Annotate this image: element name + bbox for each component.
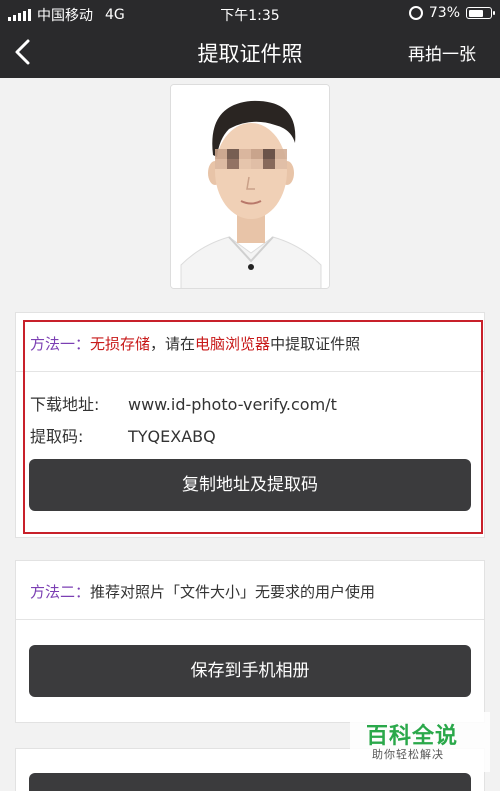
divider bbox=[16, 371, 484, 372]
id-photo bbox=[170, 84, 330, 289]
retake-button[interactable]: 再拍一张 bbox=[408, 40, 476, 65]
extraction-code-label: 提取码: bbox=[30, 427, 84, 446]
method-one-card: 方法一：无损存储，请在电脑浏览器中提取证件照 下载地址: www.id-photo… bbox=[15, 312, 485, 538]
extraction-code-value: TYQEXABQ bbox=[128, 427, 216, 446]
copy-address-button[interactable]: 复制地址及提取码 bbox=[29, 459, 471, 511]
method-one-label: 方法一： bbox=[30, 335, 91, 353]
battery-percent: 73% bbox=[428, 5, 460, 21]
download-address-label: 下载地址: bbox=[30, 395, 100, 414]
method-two-card: 方法二：推荐对照片「文件大小」无要求的用户使用 保存到手机相册 bbox=[15, 560, 485, 723]
watermark-tagline: 助你轻松解决 bbox=[372, 748, 444, 761]
browser-highlight: 电脑浏览器 bbox=[195, 335, 271, 353]
method-two-label: 方法二： bbox=[30, 583, 91, 601]
method-one-description: 方法一：无损存储，请在电脑浏览器中提取证件照 bbox=[30, 335, 361, 353]
divider bbox=[16, 619, 484, 620]
download-address-row: 下载地址: www.id-photo-verify.com/t bbox=[30, 391, 337, 415]
save-to-album-button[interactable]: 保存到手机相册 bbox=[29, 645, 471, 697]
navbar: 提取证件照 再拍一张 bbox=[0, 28, 500, 76]
rotation-lock-icon bbox=[408, 6, 423, 20]
method-three-button[interactable] bbox=[29, 773, 471, 791]
portrait-image bbox=[171, 85, 329, 288]
status-bar: 中国移动 4G 下午1:35 73% bbox=[0, 3, 500, 24]
lossless-highlight: 无损存储 bbox=[90, 335, 151, 353]
watermark: 百科全说 助你轻松解决 bbox=[350, 712, 490, 772]
header: 中国移动 4G 下午1:35 73% 提取证件照 再拍一张 bbox=[0, 0, 500, 78]
method-two-description: 方法二：推荐对照片「文件大小」无要求的用户使用 bbox=[30, 583, 376, 601]
extraction-code-row: 提取码: TYQEXABQ bbox=[30, 423, 216, 447]
download-address-value: www.id-photo-verify.com/t bbox=[128, 395, 337, 414]
battery-icon bbox=[466, 7, 495, 19]
